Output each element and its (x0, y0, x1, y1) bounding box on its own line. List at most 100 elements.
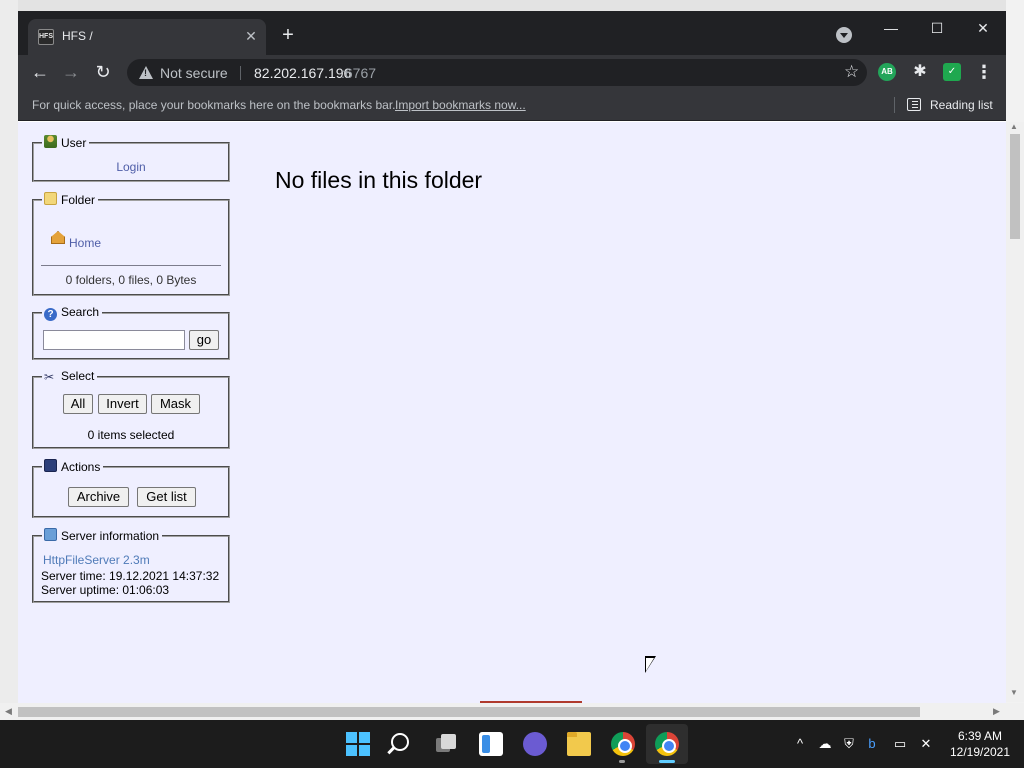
bookmarks-bar: For quick access, place your bookmarks h… (18, 90, 1006, 121)
user-panel-title: User (61, 136, 87, 150)
archive-button[interactable]: Archive (68, 487, 129, 507)
window-close-button[interactable]: ✕ (960, 15, 1006, 41)
chrome-taskbar-icon[interactable] (611, 732, 635, 756)
folder-stats: 0 folders, 0 files, 0 Bytes (65, 273, 197, 287)
selection-status: 0 items selected (87, 428, 175, 442)
server-uptime: Server uptime: 01:06:03 (41, 583, 170, 597)
hfs-favicon-icon: HFS (38, 29, 54, 45)
login-link[interactable]: Login (34, 160, 228, 174)
teams-chat-icon[interactable] (523, 732, 547, 756)
disk-icon (44, 459, 57, 472)
task-view-icon[interactable] (434, 732, 458, 756)
select-all-button[interactable]: All (63, 394, 93, 414)
mask-selection-button[interactable]: Mask (151, 394, 200, 414)
server-info-panel: Server information HttpFileServer 2.3m S… (32, 528, 230, 603)
minimize-button[interactable]: — (868, 15, 914, 41)
server-panel-title: Server information (61, 529, 160, 543)
kebab-menu-icon[interactable]: ⋮ (974, 60, 994, 84)
home-icon[interactable] (51, 231, 65, 244)
scroll-left-arrow-icon[interactable]: ◀ (5, 706, 12, 717)
httpfileserver-link[interactable]: HttpFileServer 2.3m (43, 553, 150, 567)
empty-folder-message: No files in this folder (275, 167, 483, 193)
bing-icon[interactable]: b (864, 735, 880, 753)
server-panel-legend: Server information (42, 528, 163, 543)
browser-window: HFS HFS / ✕ + — ☐ ✕ ← → ↻ Not secure 82.… (18, 11, 1006, 720)
user-panel-legend: User (42, 135, 90, 150)
invert-selection-button[interactable]: Invert (98, 394, 147, 414)
taskbar-search-icon[interactable] (391, 733, 409, 751)
reading-list-icon[interactable] (907, 98, 921, 111)
bookmarks-hint: For quick access, place your bookmarks h… (32, 98, 396, 112)
tray-overflow-chevron-icon[interactable]: ^ (791, 735, 809, 753)
search-panel: ? Search go (32, 305, 230, 360)
onedrive-cloud-icon[interactable]: ☁ (815, 735, 835, 753)
windows-start-icon[interactable] (346, 732, 370, 756)
url-host[interactable]: 82.202.167.196 (254, 65, 351, 81)
help-icon: ? (44, 308, 57, 321)
server-time: Server time: 19.12.2021 14:37:32 (41, 569, 220, 583)
user-icon (44, 135, 57, 148)
network-icon[interactable]: ▭ (890, 735, 910, 753)
page-viewport: User Login Folder Home 0 folders, 0 file… (18, 122, 1006, 703)
url-port[interactable]: :6767 (341, 65, 376, 81)
volume-muted-icon[interactable]: ✕ (916, 735, 936, 753)
scroll-right-arrow-icon[interactable]: ▶ (993, 706, 1000, 717)
actions-panel-title: Actions (61, 460, 101, 474)
bookmark-star-icon[interactable]: ☆ (844, 62, 859, 82)
address-divider (240, 66, 241, 80)
server-icon (44, 528, 57, 541)
file-explorer-icon[interactable] (567, 732, 591, 756)
security-label[interactable]: Not secure (160, 65, 228, 81)
new-tab-button[interactable]: + (276, 24, 300, 48)
search-go-button[interactable]: go (189, 330, 219, 350)
scissors-icon: ✂ (44, 370, 55, 384)
tab-search-icon[interactable] (836, 27, 852, 43)
tab-close-icon[interactable]: ✕ (242, 27, 260, 45)
get-list-button[interactable]: Get list (137, 487, 196, 507)
desktop-background-left (0, 0, 18, 720)
scroll-down-arrow-icon[interactable]: ▼ (1010, 688, 1018, 697)
reading-list-button[interactable]: Reading list (930, 98, 993, 112)
chrome-active-icon[interactable] (655, 732, 679, 756)
horizontal-scrollbar[interactable]: ◀ ▶ (0, 703, 1024, 720)
extensions-puzzle-icon[interactable]: ✱ (910, 60, 930, 84)
actions-panel: Actions Archive Get list (32, 459, 230, 518)
vertical-scroll-thumb[interactable] (1010, 134, 1020, 239)
reload-button[interactable]: ↻ (90, 59, 116, 85)
defender-shield-icon[interactable]: ⛨ (840, 735, 858, 753)
clock-time[interactable]: 6:39 AM (948, 729, 1012, 743)
search-panel-title: Search (61, 305, 100, 319)
select-panel-legend: ✂ Select (42, 369, 98, 384)
widgets-icon[interactable] (479, 732, 503, 756)
browser-toolbar: ← → ↻ Not secure 82.202.167.196 :6767 ☆ … (18, 55, 1006, 90)
select-panel-title: Select (61, 369, 95, 383)
maximize-button[interactable]: ☐ (914, 15, 960, 41)
user-panel: User Login (32, 135, 230, 182)
active-app-indicator (659, 760, 675, 763)
shield-extension-icon[interactable]: ✓ (943, 63, 961, 81)
desktop-background (0, 0, 1024, 11)
folder-panel-legend: Folder (42, 192, 99, 207)
bookmarks-divider (894, 97, 895, 113)
horizontal-scroll-thumb[interactable] (18, 707, 920, 717)
back-button[interactable]: ← (27, 59, 53, 85)
search-panel-legend: ? Search (42, 305, 103, 321)
clock-date[interactable]: 12/19/2021 (948, 745, 1012, 759)
import-bookmarks-link[interactable]: Import bookmarks now... (395, 98, 526, 112)
adblock-extension-icon[interactable]: AB (878, 63, 896, 81)
scroll-up-arrow-icon[interactable]: ▲ (1010, 122, 1018, 131)
tab-hfs[interactable]: HFS HFS / ✕ (28, 19, 266, 55)
folder-panel: Folder Home 0 folders, 0 files, 0 Bytes (32, 192, 230, 296)
folder-divider (41, 265, 221, 266)
select-panel: ✂ Select All Invert Mask 0 items selected (32, 369, 230, 449)
tab-title: HFS / (62, 29, 93, 43)
actions-panel-legend: Actions (42, 459, 104, 474)
address-bar[interactable]: Not secure 82.202.167.196 :6767 ☆ (127, 59, 867, 86)
folder-panel-title: Folder (61, 193, 96, 207)
home-link[interactable]: Home (69, 236, 101, 250)
search-input[interactable] (43, 330, 185, 350)
chrome-running-indicator (619, 760, 625, 763)
warning-icon[interactable] (139, 66, 153, 79)
forward-button[interactable]: → (58, 59, 84, 85)
title-bar: HFS HFS / ✕ + — ☐ ✕ (18, 11, 1006, 55)
